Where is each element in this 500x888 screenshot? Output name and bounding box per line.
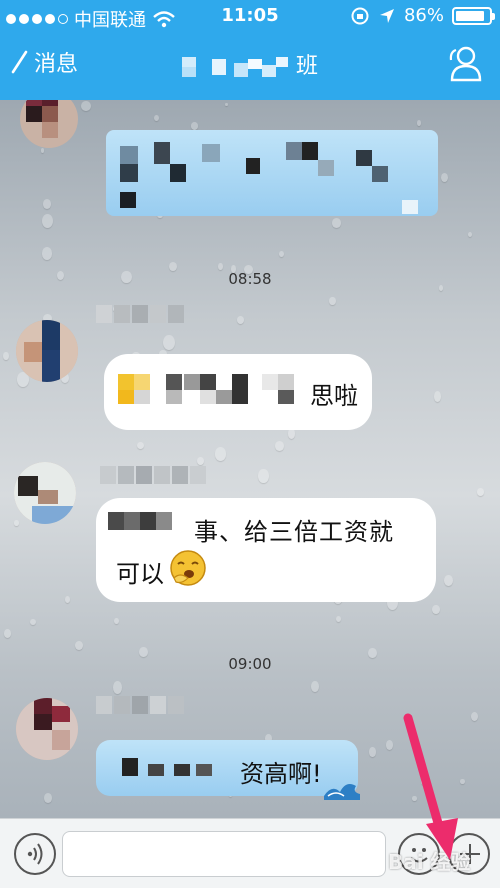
water-droplet [412, 796, 417, 801]
message-text-line1: 事、给三倍工资就 [194, 518, 394, 546]
water-droplet [42, 199, 52, 210]
water-droplet [236, 316, 244, 324]
water-droplet [136, 441, 145, 450]
water-droplet [29, 619, 36, 626]
message-text: 资高啊! [240, 760, 322, 788]
title-text: 班 [295, 54, 318, 79]
rotation-lock-icon [351, 7, 369, 24]
water-droplet [112, 681, 122, 695]
sender-name [96, 696, 184, 714]
water-droplet [163, 334, 176, 351]
water-droplet [369, 747, 376, 757]
water-droplet [4, 629, 12, 639]
water-droplet [476, 488, 484, 496]
water-droplet [3, 351, 9, 360]
water-droplet [441, 173, 449, 183]
page-title: 班 [0, 48, 500, 81]
yawn-emoji-icon [170, 550, 206, 586]
water-droplet [75, 640, 84, 651]
water-droplet [468, 232, 473, 238]
water-droplet [331, 218, 341, 228]
water-droplet [470, 712, 478, 722]
avatar[interactable] [20, 100, 78, 148]
water-droplet [444, 574, 454, 586]
timestamp: 08:58 [228, 270, 272, 288]
avatar[interactable] [14, 462, 76, 524]
water-droplet [40, 147, 45, 154]
water-droplet [385, 740, 394, 751]
water-droplet [460, 778, 465, 784]
voice-icon [27, 843, 43, 865]
water-droplet [114, 617, 119, 625]
water-droplet [417, 120, 422, 126]
water-droplet [279, 250, 285, 258]
water-droplet [258, 469, 269, 484]
title-mosaic [181, 57, 288, 77]
water-droplet [196, 456, 205, 466]
sender-name [100, 466, 206, 484]
water-droplet [329, 296, 336, 306]
battery-percent: 86% [403, 5, 444, 26]
water-droplet [420, 777, 427, 786]
timestamp: 09:00 [228, 655, 272, 673]
battery-icon [452, 6, 495, 25]
status-bar: 中国联通 11:05 86% [0, 0, 500, 34]
water-droplet [43, 793, 53, 804]
water-droplet [432, 605, 440, 615]
avatar[interactable] [16, 698, 78, 760]
voice-input-button[interactable] [14, 833, 56, 875]
sender-name [96, 305, 184, 323]
avatar[interactable] [16, 320, 78, 382]
location-icon [379, 8, 394, 23]
water-droplet [42, 247, 53, 260]
group-members-icon[interactable] [444, 42, 486, 84]
message-bubble[interactable]: 思啦 [104, 354, 372, 430]
chat-area[interactable]: 08:58 思啦 事、给三倍工资就 可以 09:00 资高啊! [0, 100, 500, 818]
water-droplet [274, 441, 284, 451]
water-droplet [214, 447, 227, 461]
water-droplet [218, 262, 223, 270]
message-text: 思啦 [310, 382, 358, 410]
message-bubble[interactable]: 事、给三倍工资就 可以 [96, 498, 436, 602]
water-droplet [224, 102, 228, 107]
nav-bar: 消息 班 [0, 34, 500, 100]
water-droplet [191, 122, 198, 130]
water-droplet [336, 616, 341, 622]
message-text-line2: 可以 [116, 560, 164, 588]
message-bubble[interactable]: 资高啊! [96, 740, 360, 800]
water-droplet [80, 100, 91, 112]
message-bubble[interactable] [106, 130, 438, 216]
water-droplet [154, 115, 160, 122]
watermark: Bai 经验 [388, 850, 471, 874]
message-input[interactable] [62, 831, 386, 877]
water-droplet [41, 214, 53, 229]
top-bar: 中国联通 11:05 86% 消息 班 [0, 0, 500, 100]
wave-decoration-icon [324, 784, 360, 800]
water-droplet [434, 390, 442, 402]
water-droplet [64, 596, 71, 604]
water-droplet [311, 680, 320, 693]
